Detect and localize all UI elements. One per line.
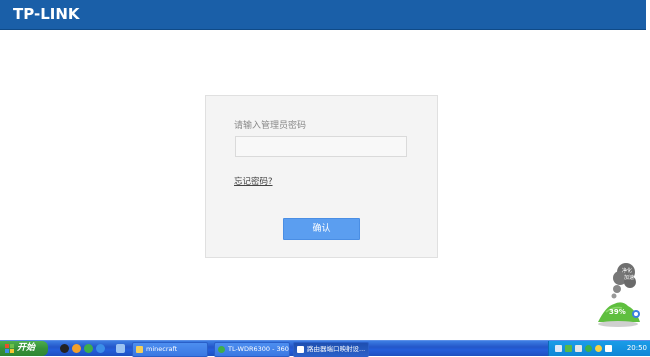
taskbar-window-label: TL-WDR6300 - 360... <box>228 345 290 353</box>
widget-graphic <box>598 263 640 327</box>
speed-widget[interactable]: 净化 加速 39% <box>596 262 642 328</box>
widget-cloud-text-2: 加速 <box>624 275 635 281</box>
tray-icon-360[interactable] <box>585 345 592 352</box>
show-desktop-icon[interactable] <box>116 344 125 353</box>
360-browser-icon[interactable] <box>84 344 93 353</box>
tray-icon-ime[interactable] <box>605 345 612 352</box>
ie-icon[interactable] <box>96 344 105 353</box>
tray-icon-volume[interactable] <box>575 345 582 352</box>
taskbar-window-label: minecraft <box>146 345 178 353</box>
360-browser-icon <box>218 346 225 353</box>
browser-icon[interactable] <box>72 344 81 353</box>
password-input[interactable] <box>235 136 407 157</box>
system-tray: 20:50 <box>548 341 650 356</box>
taskbar-window-label: 路由器端口映射设... <box>307 345 366 353</box>
tray-icon-shield[interactable] <box>565 345 572 352</box>
windows-flag-icon <box>5 344 14 353</box>
confirm-button[interactable]: 确认 <box>283 218 360 240</box>
login-panel: 请输入管理员密码 忘记密码? 确认 <box>205 95 438 258</box>
start-label: 开始 <box>17 343 36 353</box>
tp-link-logo: TP-LINK <box>13 5 80 23</box>
tray-icon-network[interactable] <box>555 345 562 352</box>
page-scrollbar[interactable] <box>646 0 650 340</box>
forgot-password-link[interactable]: 忘记密码? <box>234 175 273 187</box>
document-icon <box>297 346 304 353</box>
widget-percent: 39% <box>609 308 626 316</box>
password-prompt-label: 请输入管理员密码 <box>234 121 307 131</box>
widget-cloud-text-1: 净化 <box>622 268 633 274</box>
qq-icon[interactable] <box>60 344 69 353</box>
tray-icon-qq[interactable] <box>595 345 602 352</box>
top-header-bar: TP-LINK <box>0 0 646 30</box>
start-button[interactable]: 开始 <box>0 341 48 356</box>
taskbar: 开始 minecraft TL-WDR6300 - 360... 路由器端口映射… <box>0 340 650 357</box>
clock[interactable]: 20:50 <box>627 341 647 356</box>
folder-icon <box>136 346 143 353</box>
